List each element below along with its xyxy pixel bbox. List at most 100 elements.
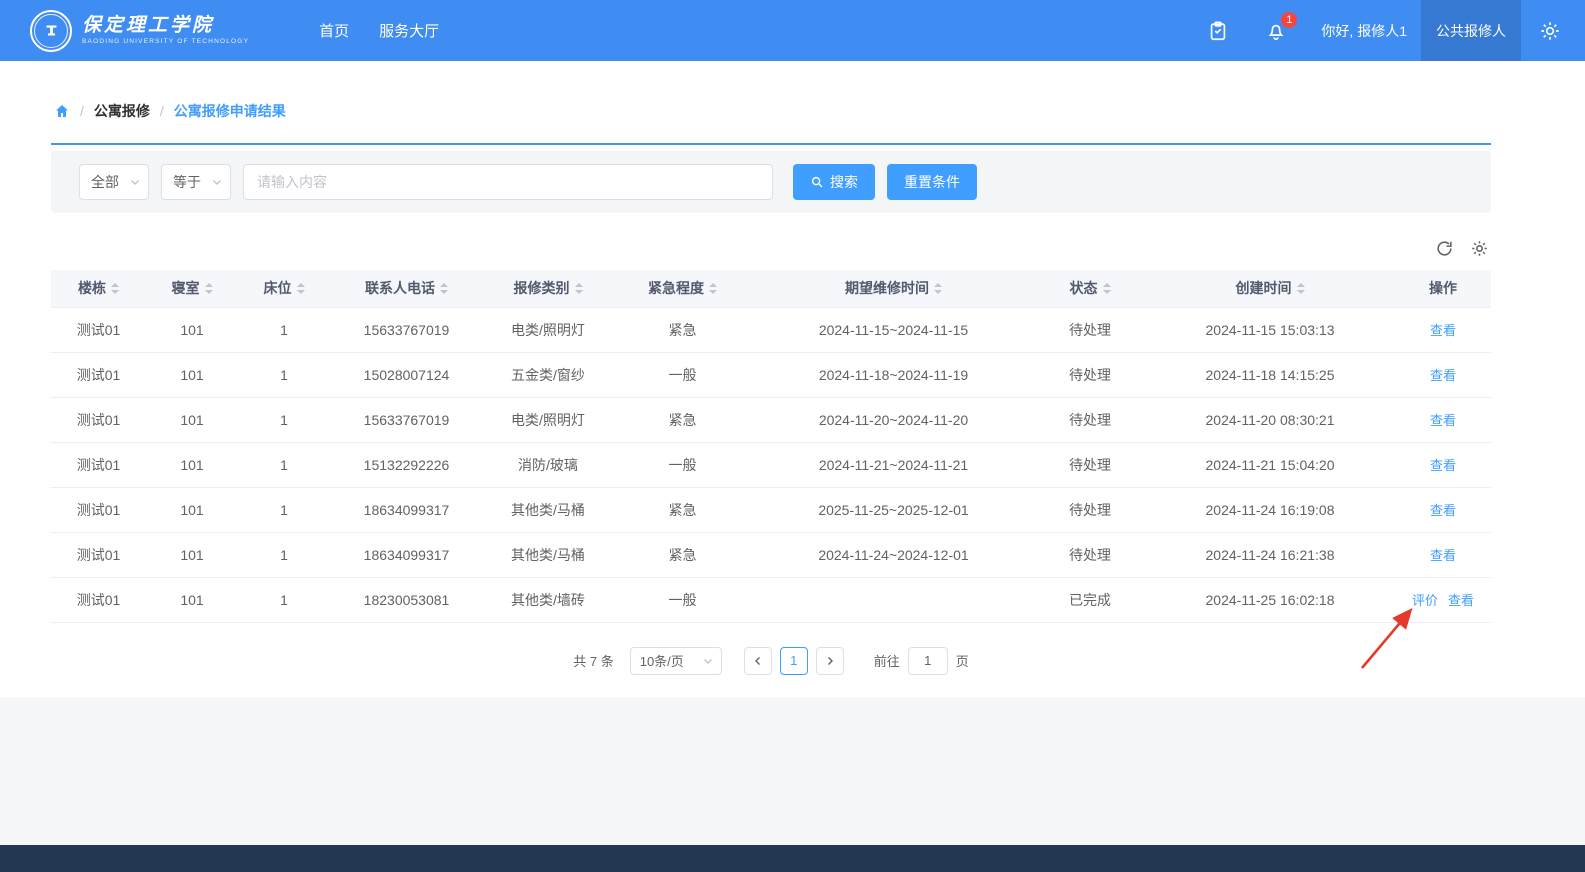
column-header-urgency[interactable]: 紧急程度 xyxy=(613,270,752,307)
clipboard-icon[interactable] xyxy=(1207,20,1229,42)
page-size-select[interactable]: 10条/页 xyxy=(630,647,722,675)
table-row: 测试01101115132292226消防/玻璃一般2024-11-21~202… xyxy=(51,442,1491,487)
sort-icon[interactable] xyxy=(709,283,717,294)
cell-expected: 2025-11-25~2025-12-01 xyxy=(752,487,1035,532)
cell-status: 待处理 xyxy=(1035,397,1145,442)
role-badge[interactable]: 公共报修人 xyxy=(1421,0,1521,61)
search-button[interactable]: 搜索 xyxy=(793,164,875,200)
cell-room: 101 xyxy=(146,397,238,442)
table-row: 测试01101118634099317其他类/马桶紧急2025-11-25~20… xyxy=(51,487,1491,532)
cell-building: 测试01 xyxy=(51,397,146,442)
bell-icon[interactable]: 1 xyxy=(1265,20,1287,42)
sort-icon[interactable] xyxy=(111,283,119,294)
nav-service-hall[interactable]: 服务大厅 xyxy=(379,20,439,41)
column-header-created[interactable]: 创建时间 xyxy=(1145,270,1395,307)
view-link[interactable]: 查看 xyxy=(1430,368,1456,383)
page-suffix-label: 页 xyxy=(956,651,969,670)
column-label: 操作 xyxy=(1429,280,1457,296)
cell-room: 101 xyxy=(146,577,238,622)
sort-icon[interactable] xyxy=(440,283,448,294)
home-icon[interactable] xyxy=(54,103,70,119)
page: 保定理工学院 BAODING UNIVERSITY OF TECHNOLOGY … xyxy=(0,0,1585,872)
view-link[interactable]: 查看 xyxy=(1430,323,1456,338)
reset-button-label: 重置条件 xyxy=(904,172,960,192)
sort-icon[interactable] xyxy=(934,283,942,294)
column-settings-gear-icon[interactable] xyxy=(1470,239,1489,258)
prev-page-button[interactable] xyxy=(744,647,772,675)
nav-home[interactable]: 首页 xyxy=(319,20,349,41)
column-header-status[interactable]: 状态 xyxy=(1035,270,1145,307)
cell-category: 其他类/马桶 xyxy=(483,532,613,577)
cell-expected: 2024-11-15~2024-11-15 xyxy=(752,307,1035,352)
breadcrumb-item-repair-results[interactable]: 公寓报修申请结果 xyxy=(174,101,286,121)
cell-created: 2024-11-24 16:21:38 xyxy=(1145,532,1395,577)
page-number-button[interactable]: 1 xyxy=(780,647,808,675)
cell-category: 五金类/窗纱 xyxy=(483,352,613,397)
cell-phone: 15132292226 xyxy=(330,442,483,487)
cell-status: 待处理 xyxy=(1035,532,1145,577)
column-header-expected[interactable]: 期望维修时间 xyxy=(752,270,1035,307)
chevron-left-icon xyxy=(752,655,764,667)
column-label: 紧急程度 xyxy=(648,280,704,296)
column-header-building[interactable]: 楼栋 xyxy=(51,270,146,307)
next-page-button[interactable] xyxy=(816,647,844,675)
refresh-icon[interactable] xyxy=(1435,239,1454,258)
cell-room: 101 xyxy=(146,442,238,487)
breadcrumb-separator: / xyxy=(160,101,164,121)
sort-icon[interactable] xyxy=(205,283,213,294)
view-link[interactable]: 查看 xyxy=(1430,458,1456,473)
cell-actions: 查看 xyxy=(1395,307,1491,352)
cell-category: 其他类/马桶 xyxy=(483,487,613,532)
filter-operator-select[interactable]: 等于 xyxy=(161,164,231,200)
sort-icon[interactable] xyxy=(1297,283,1305,294)
cell-bed: 1 xyxy=(238,532,330,577)
column-header-room[interactable]: 寝室 xyxy=(146,270,238,307)
table-row: 测试01101118634099317其他类/马桶紧急2024-11-24~20… xyxy=(51,532,1491,577)
chevron-down-icon xyxy=(129,176,141,188)
cell-phone: 18634099317 xyxy=(330,487,483,532)
cell-phone: 15633767019 xyxy=(330,397,483,442)
column-header-category[interactable]: 报修类别 xyxy=(483,270,613,307)
sort-icon[interactable] xyxy=(575,283,583,294)
cell-urgency: 一般 xyxy=(613,577,752,622)
page-size-value: 10条/页 xyxy=(640,651,684,670)
cell-expected: 2024-11-24~2024-12-01 xyxy=(752,532,1035,577)
goto-page-input[interactable] xyxy=(908,647,948,675)
repair-requests-table: 楼栋寝室床位联系人电话报修类别紧急程度期望维修时间状态创建时间操作 测试0110… xyxy=(51,270,1491,623)
cell-actions: 查看 xyxy=(1395,352,1491,397)
cell-building: 测试01 xyxy=(51,307,146,352)
logo[interactable]: 保定理工学院 BAODING UNIVERSITY OF TECHNOLOGY xyxy=(30,10,249,52)
evaluate-link[interactable]: 评价 xyxy=(1412,593,1438,608)
cell-urgency: 紧急 xyxy=(613,532,752,577)
gear-icon[interactable] xyxy=(1539,20,1561,42)
view-link[interactable]: 查看 xyxy=(1430,548,1456,563)
cell-created: 2024-11-18 14:15:25 xyxy=(1145,352,1395,397)
sort-icon[interactable] xyxy=(1103,283,1111,294)
cell-urgency: 紧急 xyxy=(613,307,752,352)
cell-status: 待处理 xyxy=(1035,487,1145,532)
pagination: 共 7 条 10条/页 1 前往 页 xyxy=(51,647,1491,675)
breadcrumb-item-apartment-repair[interactable]: 公寓报修 xyxy=(94,101,150,121)
sort-icon[interactable] xyxy=(297,283,305,294)
university-emblem-icon xyxy=(30,10,72,52)
search-button-label: 搜索 xyxy=(830,172,858,192)
cell-urgency: 紧急 xyxy=(613,487,752,532)
column-label: 联系人电话 xyxy=(365,280,435,296)
cell-actions: 查看 xyxy=(1395,532,1491,577)
breadcrumb-separator: / xyxy=(80,101,84,121)
view-link[interactable]: 查看 xyxy=(1430,503,1456,518)
view-link[interactable]: 查看 xyxy=(1448,593,1474,608)
cell-bed: 1 xyxy=(238,577,330,622)
filter-keyword-input[interactable] xyxy=(243,164,773,200)
cell-created: 2024-11-21 15:04:20 xyxy=(1145,442,1395,487)
view-link[interactable]: 查看 xyxy=(1430,413,1456,428)
cell-created: 2024-11-24 16:19:08 xyxy=(1145,487,1395,532)
reset-conditions-button[interactable]: 重置条件 xyxy=(887,164,977,200)
cell-building: 测试01 xyxy=(51,487,146,532)
cell-bed: 1 xyxy=(238,442,330,487)
cell-bed: 1 xyxy=(238,487,330,532)
cell-category: 电类/照明灯 xyxy=(483,397,613,442)
filter-field-select[interactable]: 全部 xyxy=(79,164,149,200)
column-header-bed[interactable]: 床位 xyxy=(238,270,330,307)
column-header-phone[interactable]: 联系人电话 xyxy=(330,270,483,307)
